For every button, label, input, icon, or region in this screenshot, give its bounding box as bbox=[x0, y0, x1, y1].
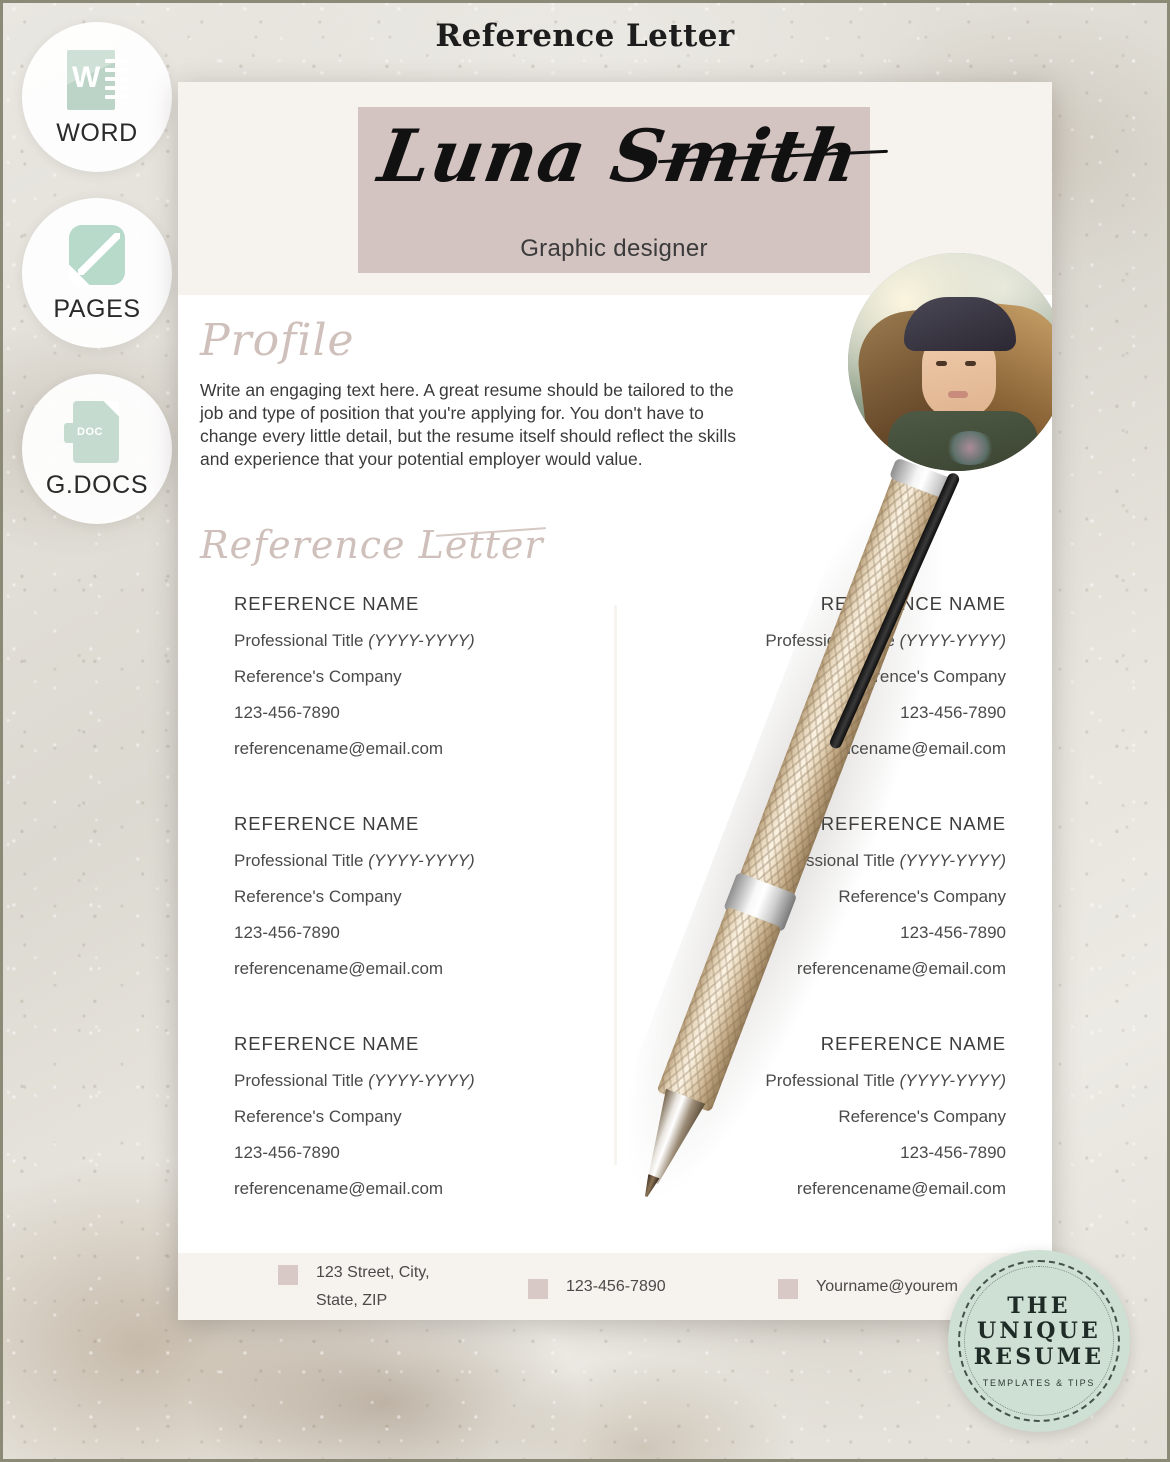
reference-row: REFERENCE NAME Professional Title (YYYY-… bbox=[178, 813, 1052, 979]
reference-email[interactable]: referencename@email.com bbox=[646, 959, 1006, 979]
format-badge-gdocs[interactable]: DOC G.DOCS bbox=[22, 374, 172, 524]
reference-entry[interactable]: REFERENCE NAME Professional Title (YYYY-… bbox=[234, 1033, 594, 1199]
phone-marker-icon bbox=[528, 1278, 548, 1299]
reference-row: REFERENCE NAME Professional Title (YYYY-… bbox=[178, 593, 1052, 759]
reference-entry[interactable]: REFERENCE NAME Professional Title (YYYY-… bbox=[646, 593, 1006, 759]
reference-phone: 123-456-7890 bbox=[234, 1143, 340, 1162]
brand-logo[interactable]: THE UNIQUE RESUME TEMPLATES & TIPS bbox=[948, 1250, 1130, 1432]
reference-company: Reference's Company bbox=[838, 887, 1006, 906]
format-badge-pages[interactable]: PAGES bbox=[22, 198, 172, 348]
document-footer: 123 Street, City, State, ZIP 123-456-789… bbox=[178, 1253, 1052, 1320]
page-title: Reference Letter bbox=[435, 18, 735, 54]
address-marker-icon bbox=[278, 1264, 298, 1285]
reference-email[interactable]: referencename@email.com bbox=[646, 1179, 1006, 1199]
reference-phone: 123-456-7890 bbox=[900, 703, 1006, 722]
profile-photo bbox=[848, 253, 1052, 471]
candidate-name: Luna Smith bbox=[373, 113, 865, 198]
reference-name: REFERENCE NAME bbox=[234, 1033, 420, 1054]
footer-address-line2: State, ZIP bbox=[316, 1291, 388, 1309]
reference-phone: 123-456-7890 bbox=[234, 923, 340, 942]
job-title: Graphic designer bbox=[520, 235, 708, 262]
laurel-wreath-inner-icon bbox=[964, 1266, 1114, 1416]
footer-phone: 123-456-7890 bbox=[528, 1273, 778, 1301]
reference-title: Professional Title (YYYY-YYYY) bbox=[765, 1071, 1006, 1090]
reference-phone: 123-456-7890 bbox=[234, 703, 340, 722]
reference-company: Reference's Company bbox=[838, 667, 1006, 686]
reference-company: Reference's Company bbox=[234, 1107, 402, 1126]
resume-document[interactable]: Luna Smith Graphic designer Profile Writ… bbox=[178, 82, 1052, 1320]
reference-name: REFERENCE NAME bbox=[820, 813, 1006, 834]
footer-address: 123 Street, City, State, ZIP bbox=[278, 1259, 528, 1315]
reference-email[interactable]: referencename@email.com bbox=[234, 1179, 594, 1199]
reference-title: Professional Title (YYYY-YYYY) bbox=[234, 631, 475, 650]
footer-email-text: Yourname@yourem bbox=[816, 1277, 958, 1295]
reference-row: REFERENCE NAME Professional Title (YYYY-… bbox=[178, 1033, 1052, 1199]
reference-title: Professional Title (YYYY-YYYY) bbox=[234, 1071, 475, 1090]
reference-entry[interactable]: REFERENCE NAME Professional Title (YYYY-… bbox=[646, 813, 1006, 979]
reference-company: Reference's Company bbox=[234, 887, 402, 906]
reference-name: REFERENCE NAME bbox=[234, 593, 420, 614]
reference-entry[interactable]: REFERENCE NAME Professional Title (YYYY-… bbox=[234, 593, 594, 759]
references-heading: Reference Letter bbox=[200, 523, 544, 567]
reference-entry[interactable]: REFERENCE NAME Professional Title (YYYY-… bbox=[234, 813, 594, 979]
profile-heading: Profile bbox=[200, 315, 355, 366]
reference-title: Professional Title (YYYY-YYYY) bbox=[765, 631, 1006, 650]
reference-title: Professional Title (YYYY-YYYY) bbox=[234, 851, 475, 870]
reference-email[interactable]: referencename@email.com bbox=[234, 739, 594, 759]
format-badge-word[interactable]: W WORD bbox=[22, 22, 172, 172]
google-docs-icon: DOC bbox=[61, 399, 133, 465]
format-badge-label: WORD bbox=[56, 118, 138, 147]
format-badge-label: G.DOCS bbox=[45, 470, 149, 499]
reference-name: REFERENCE NAME bbox=[234, 813, 420, 834]
pages-icon bbox=[61, 223, 133, 289]
reference-phone: 123-456-7890 bbox=[900, 1143, 1006, 1162]
references-grid: REFERENCE NAME Professional Title (YYYY-… bbox=[178, 593, 1052, 1253]
reference-name: REFERENCE NAME bbox=[820, 593, 1006, 614]
email-marker-icon bbox=[778, 1278, 798, 1299]
reference-email[interactable]: referencename@email.com bbox=[234, 959, 594, 979]
reference-name: REFERENCE NAME bbox=[820, 1033, 1006, 1054]
reference-phone: 123-456-7890 bbox=[900, 923, 1006, 942]
reference-company: Reference's Company bbox=[234, 667, 402, 686]
profile-text: Write an engaging text here. A great res… bbox=[200, 380, 736, 470]
footer-address-line1: 123 Street, City, bbox=[316, 1263, 430, 1281]
name-band: Luna Smith Graphic designer bbox=[358, 107, 888, 273]
document-body: Profile Write an engaging text here. A g… bbox=[178, 253, 1052, 1253]
reference-entry[interactable]: REFERENCE NAME Professional Title (YYYY-… bbox=[646, 1033, 1006, 1199]
reference-title: Professional Title (YYYY-YYYY) bbox=[765, 851, 1006, 870]
word-icon: W bbox=[61, 47, 133, 113]
reference-email[interactable]: referencename@email.com bbox=[646, 739, 1006, 759]
format-badge-label: PAGES bbox=[53, 294, 141, 323]
footer-phone-text: 123-456-7890 bbox=[566, 1277, 666, 1295]
reference-company: Reference's Company bbox=[838, 1107, 1006, 1126]
